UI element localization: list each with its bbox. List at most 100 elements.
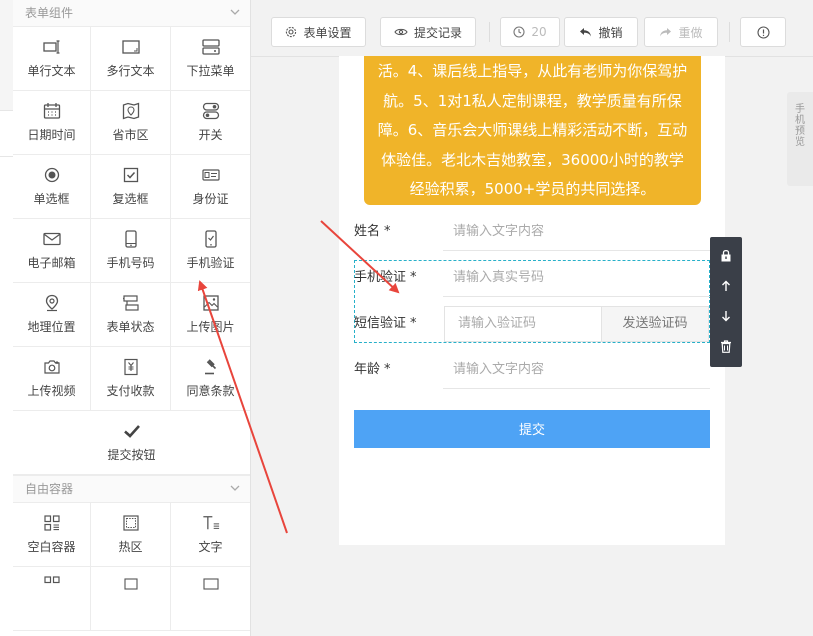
component-actions-toolbar xyxy=(710,237,742,367)
component-checkbox[interactable]: 复选框 xyxy=(91,155,171,219)
form-settings-label: 表单设置 xyxy=(303,25,352,40)
field-label: 手机验证 * xyxy=(354,270,417,285)
arrow-up-icon[interactable] xyxy=(721,280,731,295)
eye-icon xyxy=(394,27,408,37)
rectangle-icon xyxy=(202,575,220,593)
field-name[interactable]: 姓名 * 请输入文字内容 xyxy=(354,213,710,251)
mobile-preview-tab[interactable]: 手机预览 xyxy=(787,92,813,186)
component-radio[interactable]: 单选框 xyxy=(13,155,91,219)
component-label: 下拉菜单 xyxy=(186,64,235,78)
age-input[interactable]: 请输入文字内容 xyxy=(443,351,710,389)
component-mobile-verify[interactable]: 手机验证 xyxy=(171,219,250,283)
field-label: 年龄 * xyxy=(354,362,391,377)
camera-icon xyxy=(43,358,61,376)
info-button[interactable] xyxy=(740,17,786,47)
component-label: 地理位置 xyxy=(27,320,76,334)
image-upload-icon xyxy=(202,294,220,312)
component-mobile-number[interactable]: 手机号码 xyxy=(91,219,171,283)
redo-label: 重做 xyxy=(678,25,703,40)
lock-icon[interactable] xyxy=(720,249,732,265)
component-form-status[interactable]: 表单状态 xyxy=(91,283,171,347)
component-submit-button[interactable]: 提交按钮 xyxy=(13,411,250,475)
redo-icon xyxy=(659,27,672,38)
component-dropdown-menu[interactable]: 下拉菜单 xyxy=(171,27,250,91)
left-nav-strip xyxy=(0,0,13,636)
chevron-down-icon[interactable] xyxy=(230,0,240,26)
component-label: 上传视频 xyxy=(27,384,76,398)
component-text[interactable]: 文字 xyxy=(171,503,250,567)
component-multi-line-text[interactable]: 多行文本 xyxy=(91,27,171,91)
component-label: 复选框 xyxy=(112,192,149,206)
component-payment[interactable]: 支付收款 xyxy=(91,347,171,411)
component-label: 同意条款 xyxy=(186,384,235,398)
component-id-card[interactable]: 身份证 xyxy=(171,155,250,219)
component-label: 手机验证 xyxy=(186,256,235,270)
component-label: 表单状态 xyxy=(106,320,155,334)
component-upload-video[interactable]: 上传视频 xyxy=(13,347,91,411)
history-button[interactable]: 20 xyxy=(500,17,560,47)
component-more-2[interactable] xyxy=(91,567,171,631)
component-agree-terms[interactable]: 同意条款 xyxy=(171,347,250,411)
component-email[interactable]: 电子邮箱 xyxy=(13,219,91,283)
submit-records-button[interactable]: 提交记录 xyxy=(380,17,476,47)
component-label: 单选框 xyxy=(33,192,70,206)
component-blank-container[interactable]: 空白容器 xyxy=(13,503,91,567)
mobile-verify-icon xyxy=(202,230,220,248)
mobile-icon xyxy=(122,230,140,248)
component-single-line-text[interactable]: 单行文本 xyxy=(13,27,91,91)
component-more-3[interactable] xyxy=(171,567,250,631)
component-date-time[interactable]: 日期时间 xyxy=(13,91,91,155)
mobile-number-input[interactable]: 请输入真实号码 xyxy=(443,259,710,297)
left-nav-strip-tab[interactable] xyxy=(0,110,13,157)
submit-button[interactable]: 提交 xyxy=(354,410,710,448)
radio-icon xyxy=(43,166,61,184)
component-label: 省市区 xyxy=(112,128,149,142)
grid-icon xyxy=(43,575,61,593)
component-label: 多行文本 xyxy=(106,64,155,78)
arrow-down-icon[interactable] xyxy=(721,310,731,325)
location-icon xyxy=(43,294,61,312)
component-more-1[interactable] xyxy=(13,567,91,631)
calendar-icon xyxy=(43,102,61,120)
form-settings-button[interactable]: 表单设置 xyxy=(271,17,366,47)
history-count: 20 xyxy=(531,25,547,39)
component-province-city[interactable]: 省市区 xyxy=(91,91,171,155)
send-code-button[interactable]: 发送验证码 xyxy=(601,306,709,342)
undo-button[interactable]: 撤销 xyxy=(564,17,638,47)
field-age[interactable]: 年龄 * 请输入文字内容 xyxy=(354,351,710,389)
name-input[interactable]: 请输入文字内容 xyxy=(443,213,710,251)
component-label: 支付收款 xyxy=(106,384,155,398)
hotspot-icon xyxy=(122,514,140,532)
redo-button[interactable]: 重做 xyxy=(644,17,718,47)
component-upload-image[interactable]: 上传图片 xyxy=(171,283,250,347)
component-label: 热区 xyxy=(118,540,143,554)
mail-icon xyxy=(42,230,61,248)
field-mobile-verify[interactable]: 手机验证 * 请输入真实号码 xyxy=(354,259,710,297)
multi-line-text-icon xyxy=(121,38,140,56)
id-card-icon xyxy=(201,166,220,184)
form-components-grid: 单行文本 多行文本 下拉菜单 日期时间 省市区 开关 单选框 复选框 身份证 电… xyxy=(13,27,250,475)
group-header-form-components[interactable]: 表单组件 xyxy=(13,0,250,27)
sms-code-input[interactable]: 请输入验证码 xyxy=(444,306,602,342)
dropdown-menu-icon xyxy=(201,38,220,56)
intro-banner: 活。4、课后线上指导，从此有老师为你保驾护航。5、1对1私人定制课程，教学质量有… xyxy=(364,56,701,205)
trash-icon[interactable] xyxy=(720,339,732,356)
group-title: 自由容器 xyxy=(25,482,74,496)
toolbar-divider xyxy=(729,22,730,42)
free-containers-grid: 空白容器 热区 文字 xyxy=(13,503,250,631)
submit-records-label: 提交记录 xyxy=(413,25,462,40)
clock-icon xyxy=(513,26,525,38)
chevron-down-icon[interactable] xyxy=(230,476,240,502)
component-label: 文字 xyxy=(198,540,223,554)
component-label: 提交按钮 xyxy=(107,448,156,462)
component-switch[interactable]: 开关 xyxy=(171,91,250,155)
map-region-icon xyxy=(122,102,140,120)
checkbox-icon xyxy=(122,166,140,184)
component-panel: 表单组件 单行文本 多行文本 下拉菜单 日期时间 省市区 开关 单选框 复选框 … xyxy=(13,0,251,636)
component-hotspot[interactable]: 热区 xyxy=(91,503,171,567)
component-label: 上传图片 xyxy=(186,320,235,334)
group-title: 表单组件 xyxy=(25,6,74,20)
group-header-free-containers[interactable]: 自由容器 xyxy=(13,475,250,503)
component-geo-location[interactable]: 地理位置 xyxy=(13,283,91,347)
image-icon xyxy=(122,575,140,593)
